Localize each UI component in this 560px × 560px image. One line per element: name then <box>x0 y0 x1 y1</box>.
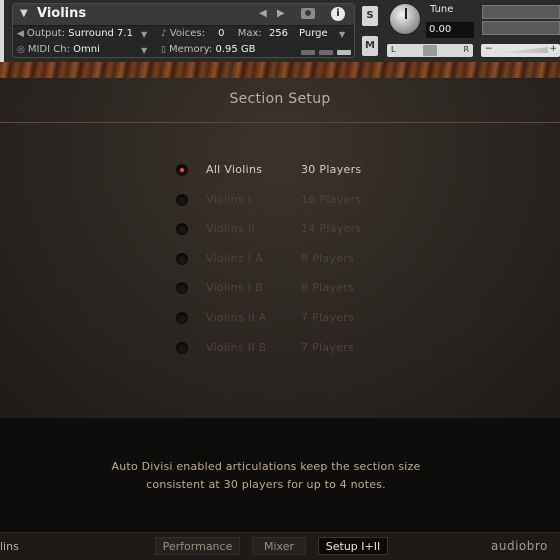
instrument-name: Violins <box>37 6 87 21</box>
level-meter <box>482 21 560 35</box>
output-label: Output: <box>26 28 66 39</box>
section-option-violins-i[interactable]: Violins I 16 Players <box>175 191 395 209</box>
memory-value: 0.95 GB <box>215 44 256 55</box>
voices-value: 0 <box>218 28 225 39</box>
aux-button[interactable] <box>337 50 351 55</box>
player-count: 8 Players <box>301 252 355 265</box>
radio-button[interactable] <box>176 312 188 324</box>
section-name: Violins II <box>206 222 255 235</box>
wood-texture-strip <box>0 62 560 78</box>
pan-right-label: R <box>463 45 469 54</box>
player-count: 7 Players <box>301 341 355 354</box>
prev-instrument-icon[interactable]: ◀ <box>259 8 267 19</box>
output-value: Surround 7.1 <box>68 28 133 39</box>
instrument-panel: ▼ Violins ◀ ▶ i ◀ Output: Surround 7.1 ▼ … <box>12 3 355 58</box>
player-count: 14 Players <box>301 222 362 235</box>
midi-icon: ◎ <box>17 45 25 55</box>
instrument-title-bar[interactable]: ▼ Violins ◀ ▶ i <box>13 4 354 26</box>
midi-label: MIDI Ch: <box>27 44 70 55</box>
tune-knob[interactable] <box>389 3 421 35</box>
info-line: Auto Divisi enabled articulations keep t… <box>111 460 421 473</box>
solo-button[interactable]: S <box>362 6 378 26</box>
midi-channel-value: Omni <box>73 44 100 55</box>
memory-row: ▯ Memory: 0.95 GB <box>161 44 256 55</box>
camera-icon[interactable] <box>301 8 315 19</box>
purge-label: Purge <box>299 28 328 39</box>
tab-setup[interactable]: Setup I+II <box>318 537 388 555</box>
radio-button[interactable] <box>176 194 188 206</box>
level-meter <box>482 5 560 19</box>
player-count: 7 Players <box>301 311 355 324</box>
midi-row[interactable]: ◎ MIDI Ch: Omni <box>17 44 100 55</box>
tab-performance[interactable]: Performance <box>155 537 240 555</box>
aux-button[interactable] <box>319 50 333 55</box>
player-count: 16 Players <box>301 193 362 206</box>
section-option-violins-ii-b[interactable]: Violins II B 7 Players <box>175 339 395 357</box>
output-icon: ◀ <box>17 29 24 39</box>
memory-label: Memory: <box>168 44 213 55</box>
section-option-violins-i-b[interactable]: Violins I B 8 Players <box>175 279 395 297</box>
purge-dropdown-icon[interactable]: ▼ <box>339 30 345 39</box>
tune-label: Tune <box>430 4 454 15</box>
pan-slider[interactable]: L R <box>387 44 473 57</box>
volume-slider[interactable]: − + <box>481 44 560 57</box>
pan-handle[interactable] <box>423 45 437 56</box>
volume-minus-label: − <box>485 44 493 54</box>
radio-button[interactable] <box>176 282 188 294</box>
section-name: Violins I <box>206 193 252 206</box>
section-option-violins-ii[interactable]: Violins II 14 Players <box>175 220 395 238</box>
section-name: Violins I B <box>206 281 263 294</box>
collapse-caret-icon[interactable]: ▼ <box>20 8 28 19</box>
voices-icon: ♪ <box>161 29 167 39</box>
purge-menu[interactable]: Purge <box>299 28 328 39</box>
info-line: consistent at 30 players for up to 4 not… <box>146 478 386 491</box>
info-icon[interactable]: i <box>331 7 345 21</box>
info-area: Auto Divisi enabled articulations keep t… <box>0 418 560 532</box>
midi-dropdown-icon[interactable]: ▼ <box>141 46 147 55</box>
title-divider <box>0 122 560 123</box>
volume-plus-label: + <box>549 44 557 54</box>
player-count: 8 Players <box>301 281 355 294</box>
radio-button[interactable] <box>176 164 188 176</box>
tune-value[interactable]: 0.00 <box>426 22 474 38</box>
radio-button[interactable] <box>176 253 188 265</box>
memory-icon: ▯ <box>161 45 166 55</box>
volume-track[interactable] <box>496 47 548 53</box>
page-title: Section Setup <box>229 91 331 107</box>
kontakt-header: ▼ Violins ◀ ▶ i ◀ Output: Surround 7.1 ▼ … <box>0 0 560 62</box>
pan-left-label: L <box>391 45 396 54</box>
section-name: Violins I A <box>206 252 263 265</box>
voices-row: ♪ Voices: 0 Max: 256 <box>161 28 288 39</box>
player-count: 30 Players <box>301 163 362 176</box>
tab-mixer[interactable]: Mixer <box>252 537 306 555</box>
section-name: Violins II B <box>206 341 267 354</box>
radio-button[interactable] <box>176 342 188 354</box>
instrument-name-footer: lins <box>0 540 19 553</box>
output-row[interactable]: ◀ Output: Surround 7.1 <box>17 28 133 39</box>
section-option-violins-i-a[interactable]: Violins I A 8 Players <box>175 250 395 268</box>
max-label: Max: <box>237 28 262 39</box>
section-name: All Violins <box>206 163 263 176</box>
max-voices-value[interactable]: 256 <box>269 28 288 39</box>
brand-logo: audiobro <box>491 539 548 553</box>
rack-edge <box>0 0 4 62</box>
section-setup-panel: Section Setup All Violins 30 Players Vio… <box>0 78 560 418</box>
voices-label: Voices: <box>169 28 205 39</box>
aux-button[interactable] <box>301 50 315 55</box>
section-option-all-violins[interactable]: All Violins 30 Players <box>175 161 395 179</box>
section-option-violins-ii-a[interactable]: Violins II A 7 Players <box>175 309 395 327</box>
info-text: Auto Divisi enabled articulations keep t… <box>0 458 532 494</box>
mute-button[interactable]: M <box>362 36 378 56</box>
section-name: Violins II A <box>206 311 267 324</box>
output-dropdown-icon[interactable]: ▼ <box>141 30 147 39</box>
footer-bar: lins Performance Mixer Setup I+II audiob… <box>0 532 560 560</box>
radio-button[interactable] <box>176 223 188 235</box>
next-instrument-icon[interactable]: ▶ <box>277 8 285 19</box>
